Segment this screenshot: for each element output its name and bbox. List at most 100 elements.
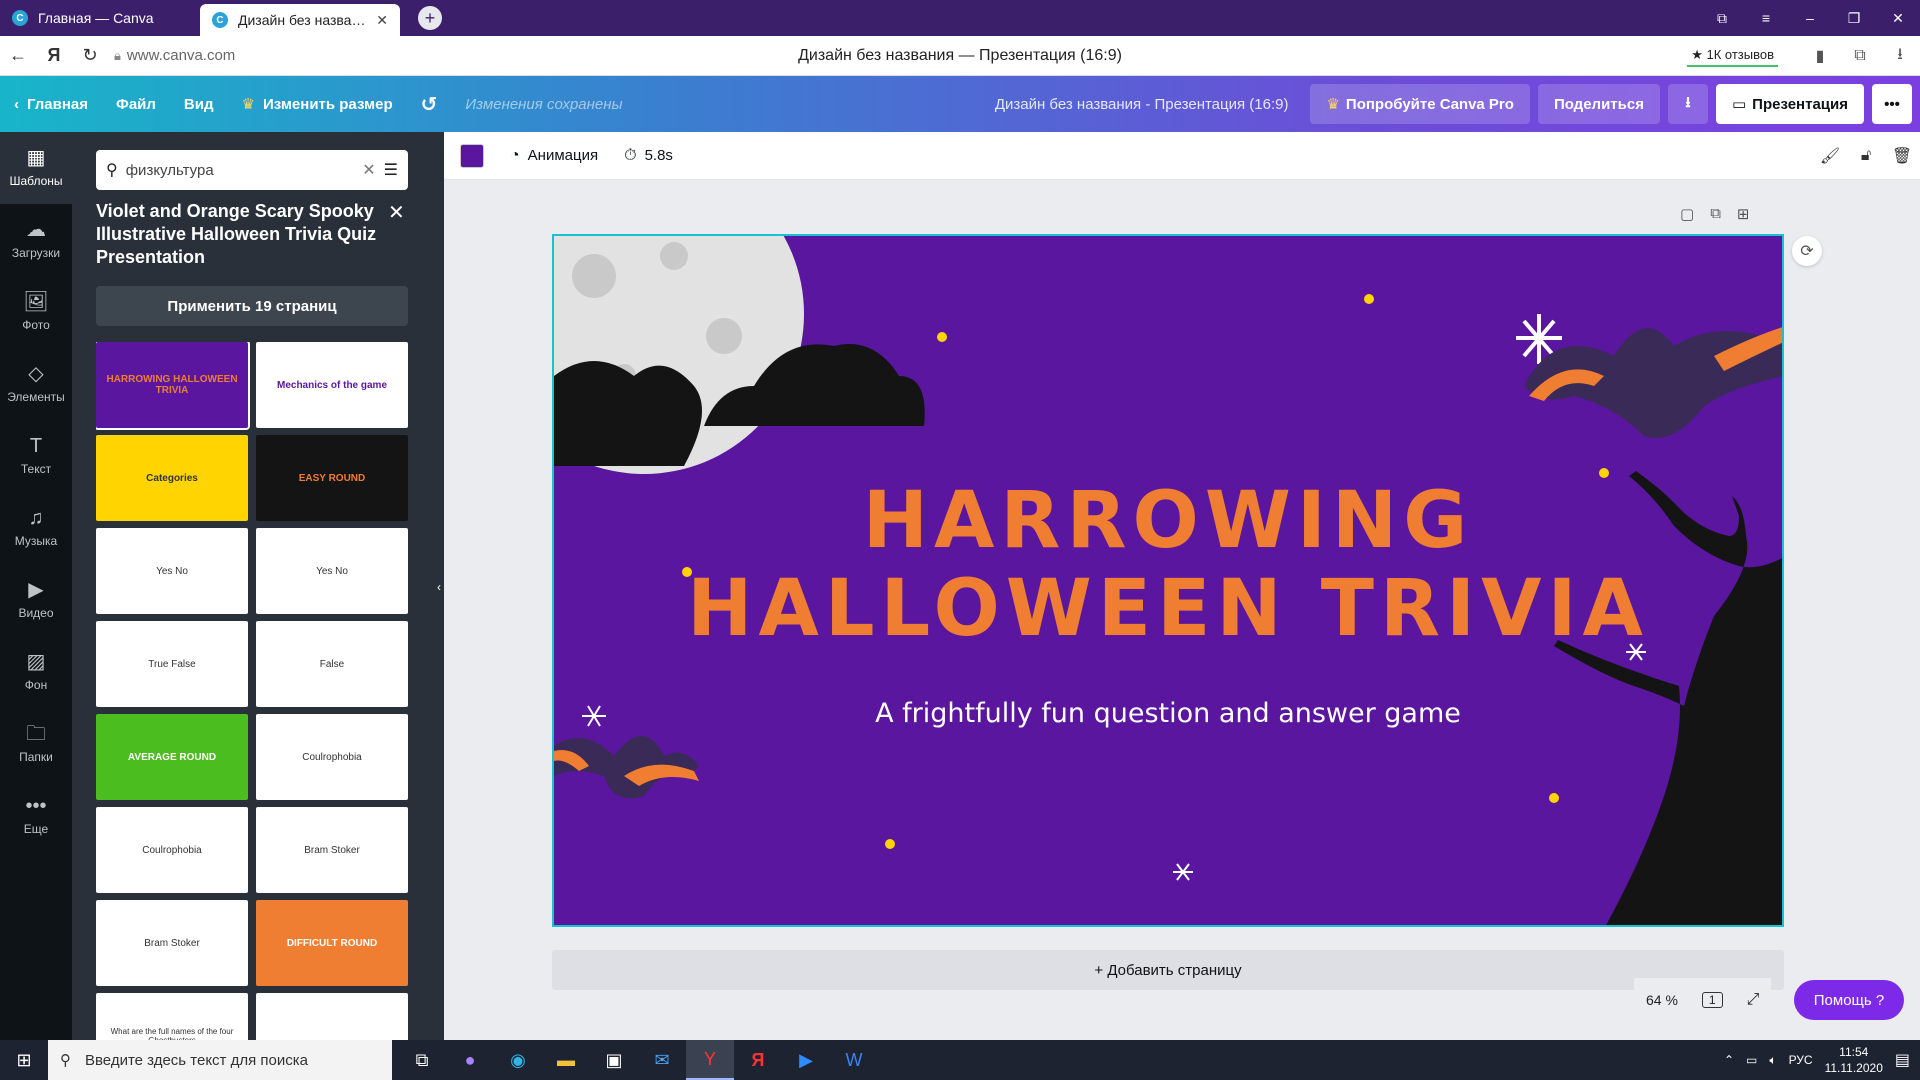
- template-thumb[interactable]: Coulrophobia: [256, 714, 408, 800]
- template-thumb[interactable]: True False: [96, 621, 248, 707]
- tab-home[interactable]: C Главная — Canva: [0, 0, 200, 36]
- present-button[interactable]: ▭ Презентация: [1715, 84, 1864, 124]
- yandex-icon[interactable]: Я: [734, 1040, 782, 1080]
- timing-button[interactable]: ⏱ 5.8s: [624, 147, 673, 165]
- rail-item-text[interactable]: T Текст: [0, 420, 72, 492]
- word-icon[interactable]: W: [830, 1040, 878, 1080]
- template-thumb[interactable]: Yes No: [96, 528, 248, 614]
- rail-item-elements[interactable]: ◇ Элементы: [0, 348, 72, 420]
- filter-icon[interactable]: ☰: [384, 160, 398, 180]
- template-thumb[interactable]: Categories: [96, 435, 248, 521]
- unlock-icon[interactable]: 🔓︎: [1848, 132, 1884, 180]
- rail-item-uploads[interactable]: ☁ Загрузки: [0, 204, 72, 276]
- language-indicator[interactable]: РУС: [1789, 1053, 1813, 1067]
- duplicate-page-icon[interactable]: ⧉: [1710, 205, 1721, 223]
- collections-icon[interactable]: ⧉: [1840, 36, 1880, 76]
- mail-icon[interactable]: ✉: [638, 1040, 686, 1080]
- rail-item-music[interactable]: ♫ Музыка: [0, 492, 72, 564]
- slide-subtitle[interactable]: A frightfully fun question and answer ga…: [554, 698, 1782, 729]
- document-title[interactable]: Дизайн без названия - Презентация (16:9): [995, 96, 1289, 113]
- menu-icon[interactable]: ≡: [1744, 0, 1788, 36]
- file-explorer-icon[interactable]: ▬: [542, 1040, 590, 1080]
- help-button[interactable]: Помощь ?: [1794, 980, 1904, 1020]
- trash-icon[interactable]: 🗑︎: [1884, 132, 1920, 180]
- slide-title-line2[interactable]: HALLOWEEN TRIVIA: [554, 564, 1782, 654]
- home-link[interactable]: ‹ Главная: [0, 76, 102, 132]
- rail-item-video[interactable]: ▶ Видео: [0, 564, 72, 636]
- add-page-button[interactable]: + Добавить страницу: [552, 950, 1784, 990]
- rail-item-folders[interactable]: 🗀 Папки: [0, 708, 72, 780]
- template-thumb[interactable]: AVERAGE ROUND: [96, 714, 248, 800]
- side-rail: ▦ Шаблоны ☁ Загрузки 🖼︎ Фото ◇ Элементы …: [0, 132, 72, 1040]
- template-thumb[interactable]: Bram Stoker: [256, 807, 408, 893]
- alice-icon[interactable]: ●: [446, 1040, 494, 1080]
- back-icon[interactable]: ←: [0, 36, 36, 76]
- close-icon[interactable]: ✕: [388, 200, 405, 225]
- template-thumb[interactable]: Bram Stoker: [96, 900, 248, 986]
- windows-start-icon[interactable]: ⊞: [0, 1040, 48, 1080]
- close-icon[interactable]: ✕: [376, 12, 388, 29]
- note-icon[interactable]: ▢: [1680, 205, 1694, 223]
- resize-button[interactable]: ♛ Изменить размер: [228, 76, 407, 132]
- chevron-up-icon[interactable]: ⌃: [1724, 1053, 1734, 1067]
- animation-button[interactable]: ◔ Анимация: [510, 147, 598, 165]
- rail-item-templates[interactable]: ▦ Шаблоны: [0, 132, 72, 204]
- background-color-swatch[interactable]: [460, 143, 484, 168]
- download-icon[interactable]: ⭳: [1880, 36, 1920, 76]
- taskbar-search[interactable]: ⚲ Введите здесь текст для поиска: [48, 1040, 392, 1080]
- window-close-icon[interactable]: ✕: [1876, 0, 1920, 36]
- network-icon[interactable]: ▭: [1746, 1053, 1757, 1067]
- template-thumb[interactable]: DIFFICULT ROUND: [256, 900, 408, 986]
- apply-pages-button[interactable]: Применить 19 страниц: [96, 286, 408, 326]
- template-thumb[interactable]: EASY ROUND: [256, 435, 408, 521]
- rail-item-photos[interactable]: 🖼︎ Фото: [0, 276, 72, 348]
- file-menu[interactable]: Файл: [102, 76, 170, 132]
- template-thumb[interactable]: Yes No: [256, 528, 408, 614]
- reviews-badge[interactable]: ★ 1К отзывов: [1687, 45, 1778, 67]
- more-options-button[interactable]: •••: [1872, 84, 1912, 124]
- slide-canvas[interactable]: HARROWING HALLOWEEN TRIVIA A frightfully…: [552, 234, 1784, 927]
- minimize-icon[interactable]: –: [1788, 0, 1832, 36]
- clock[interactable]: 11:54 11.11.2020: [1825, 1044, 1883, 1076]
- reload-icon[interactable]: ↻: [72, 36, 108, 76]
- notifications-icon[interactable]: ▤: [1895, 1050, 1910, 1070]
- slide-title-line1[interactable]: HARROWING: [554, 476, 1782, 566]
- download-button[interactable]: ⭳: [1667, 84, 1708, 124]
- task-view-icon[interactable]: ⧉: [398, 1040, 446, 1080]
- bookmark-icon[interactable]: ▮: [1800, 36, 1840, 76]
- restore-icon[interactable]: ❐: [1832, 0, 1876, 36]
- bookmark-manager-icon[interactable]: ⧉: [1700, 0, 1744, 36]
- new-tab-button[interactable]: +: [418, 6, 442, 30]
- refresh-icon[interactable]: ⟳: [1792, 236, 1822, 266]
- template-search[interactable]: ⚲ физкультура ✕ ☰: [96, 150, 408, 190]
- page-count[interactable]: 1: [1701, 992, 1723, 1008]
- template-thumb[interactable]: False: [256, 621, 408, 707]
- search-input[interactable]: физкультура: [126, 162, 355, 179]
- try-pro-button[interactable]: ♛ Попробуйте Canva Pro: [1310, 84, 1530, 124]
- rail-item-more[interactable]: ••• Еще: [0, 780, 72, 852]
- store-icon[interactable]: ▣: [590, 1040, 638, 1080]
- url-field[interactable]: 🔒︎ www.canva.com: [114, 47, 235, 64]
- clock-date: 11.11.2020: [1824, 1061, 1883, 1075]
- clear-icon[interactable]: ✕: [362, 160, 375, 180]
- template-thumb[interactable]: Coulrophobia: [96, 807, 248, 893]
- rail-item-background[interactable]: ▨ Фон: [0, 636, 72, 708]
- volume-icon[interactable]: 🔈︎: [1769, 1053, 1776, 1068]
- undo-button[interactable]: ↺: [407, 76, 452, 132]
- template-thumb[interactable]: What are the full names of the four Ghos…: [96, 993, 248, 1040]
- fullscreen-icon[interactable]: ⤢: [1747, 991, 1760, 1009]
- zoom-level[interactable]: 64 %: [1646, 992, 1678, 1008]
- view-menu[interactable]: Вид: [170, 76, 228, 132]
- template-thumb[interactable]: [256, 993, 408, 1040]
- template-thumb[interactable]: HARROWING HALLOWEEN TRIVIA: [96, 342, 250, 430]
- yandex-icon[interactable]: Я: [36, 36, 72, 76]
- canva-favicon-icon: C: [212, 12, 228, 28]
- tab-design[interactable]: C Дизайн без названия — Canva ✕: [200, 4, 400, 36]
- copy-style-icon[interactable]: 🖌︎: [1812, 132, 1848, 180]
- add-page-icon[interactable]: ⊞: [1737, 205, 1750, 223]
- edge-icon[interactable]: ◉: [494, 1040, 542, 1080]
- share-button[interactable]: Поделиться: [1537, 84, 1660, 124]
- yandex-browser-icon[interactable]: Y: [686, 1040, 734, 1080]
- template-thumb[interactable]: Mechanics of the game: [256, 342, 408, 428]
- zoom-icon[interactable]: ▶: [782, 1040, 830, 1080]
